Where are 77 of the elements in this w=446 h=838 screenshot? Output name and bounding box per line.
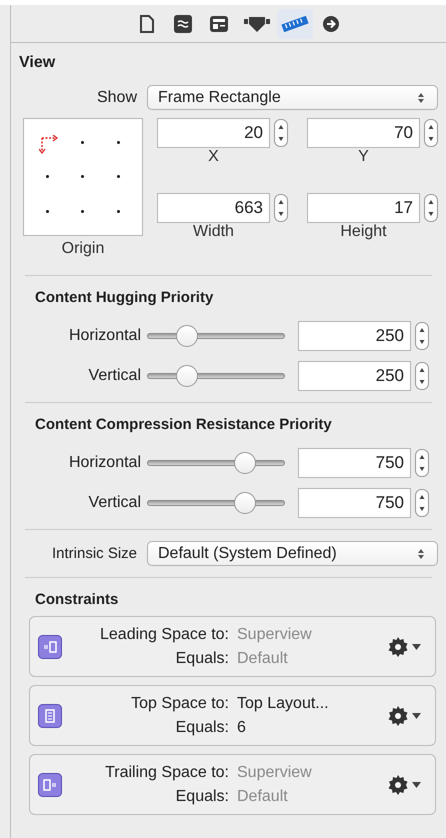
constraint-value: Superview <box>237 762 313 782</box>
field-label: Height <box>339 222 388 240</box>
stepper[interactable] <box>415 322 429 350</box>
number-field[interactable]: 750 <box>298 488 411 518</box>
constraint-value: Top Layout... <box>237 694 330 714</box>
wave-icon <box>174 14 192 32</box>
origin-label: Origin <box>62 239 104 259</box>
stepper[interactable] <box>415 449 429 477</box>
constraint-card[interactable]: Leading Space to: Superview Equals: Default <box>29 616 436 677</box>
caret-icon <box>412 782 421 788</box>
field-label: Width <box>192 222 235 240</box>
constraint-card[interactable]: Trailing Space to: Superview Equals: Default <box>29 754 436 815</box>
document-icon <box>140 14 154 32</box>
popup-button[interactable]: Frame Rectangle <box>147 85 438 110</box>
slider-label: Vertical <box>88 494 141 511</box>
constraint-label: Leading Space to: <box>100 624 229 644</box>
constraint-label: Equals: <box>174 718 229 738</box>
number-field[interactable]: 750 <box>298 448 411 478</box>
gear-icon <box>387 774 409 796</box>
vertical-spacing-icon <box>38 704 62 728</box>
stepper[interactable] <box>274 194 288 222</box>
slider-thumb[interactable] <box>234 492 256 514</box>
section-heading: View <box>19 53 56 73</box>
field-label: Y <box>357 148 370 166</box>
constraint-label: Top Space to: <box>131 694 229 714</box>
number-field[interactable]: 70 <box>307 118 420 148</box>
popup-button[interactable]: Default (System Defined) <box>147 541 438 566</box>
stepper[interactable] <box>415 489 429 517</box>
constraint-value: Default <box>237 786 289 806</box>
popup-value: Default (System Defined) <box>158 544 337 564</box>
number-field[interactable]: 250 <box>298 361 411 391</box>
constraint-value: Default <box>237 648 289 668</box>
field-label: X <box>207 148 220 166</box>
slider-thumb[interactable] <box>176 365 198 387</box>
slider-thumb[interactable] <box>176 325 198 347</box>
popup-value: Frame Rectangle <box>158 88 281 108</box>
section-heading: Constraints <box>35 591 118 608</box>
horizontal-spacing-icon <box>38 634 62 658</box>
number-field[interactable]: 20 <box>157 118 270 148</box>
constraint-label: Equals: <box>174 786 229 806</box>
number-field[interactable]: 250 <box>298 321 411 351</box>
constraint-label: Trailing Space to: <box>105 762 229 782</box>
field-label: Show <box>96 88 137 106</box>
gear-menu-button[interactable] <box>387 636 421 658</box>
slider-track[interactable] <box>147 365 285 387</box>
number-field[interactable]: 17 <box>307 192 420 222</box>
slider-track[interactable] <box>147 325 285 347</box>
card-icon <box>210 16 228 32</box>
field-label: Intrinsic Size <box>52 544 137 562</box>
popup-arrows-icon <box>417 92 425 104</box>
stepper[interactable] <box>415 362 429 390</box>
stepper[interactable] <box>424 119 438 147</box>
slider-label: Horizontal <box>68 454 141 471</box>
section-heading: Content Compression Resistance Priority <box>35 416 332 433</box>
slider-label: Vertical <box>88 367 141 384</box>
shield-icon <box>244 14 270 32</box>
slider-label: Horizontal <box>68 327 141 344</box>
gear-menu-button[interactable] <box>387 704 421 726</box>
caret-icon <box>412 644 421 650</box>
slider-track[interactable] <box>147 492 285 514</box>
number-field[interactable]: 663 <box>157 192 270 222</box>
constraint-label: Equals: <box>174 648 229 668</box>
gear-icon <box>387 704 409 726</box>
slider-thumb[interactable] <box>234 452 256 474</box>
caret-icon <box>412 712 421 718</box>
arrow-circle-icon <box>322 14 340 32</box>
section-heading: Content Hugging Priority <box>35 289 214 306</box>
constraint-value: 6 <box>237 718 247 738</box>
popup-arrows-icon <box>417 548 425 560</box>
constraint-value: Superview <box>237 624 313 644</box>
constraint-card[interactable]: Top Space to: Top Layout... Equals: 6 <box>29 685 436 746</box>
stepper[interactable] <box>424 194 438 222</box>
horizontal-spacing-icon <box>38 772 62 796</box>
gear-icon <box>387 636 409 658</box>
gear-menu-button[interactable] <box>387 774 421 796</box>
slider-track[interactable] <box>147 452 285 474</box>
stepper[interactable] <box>274 119 288 147</box>
